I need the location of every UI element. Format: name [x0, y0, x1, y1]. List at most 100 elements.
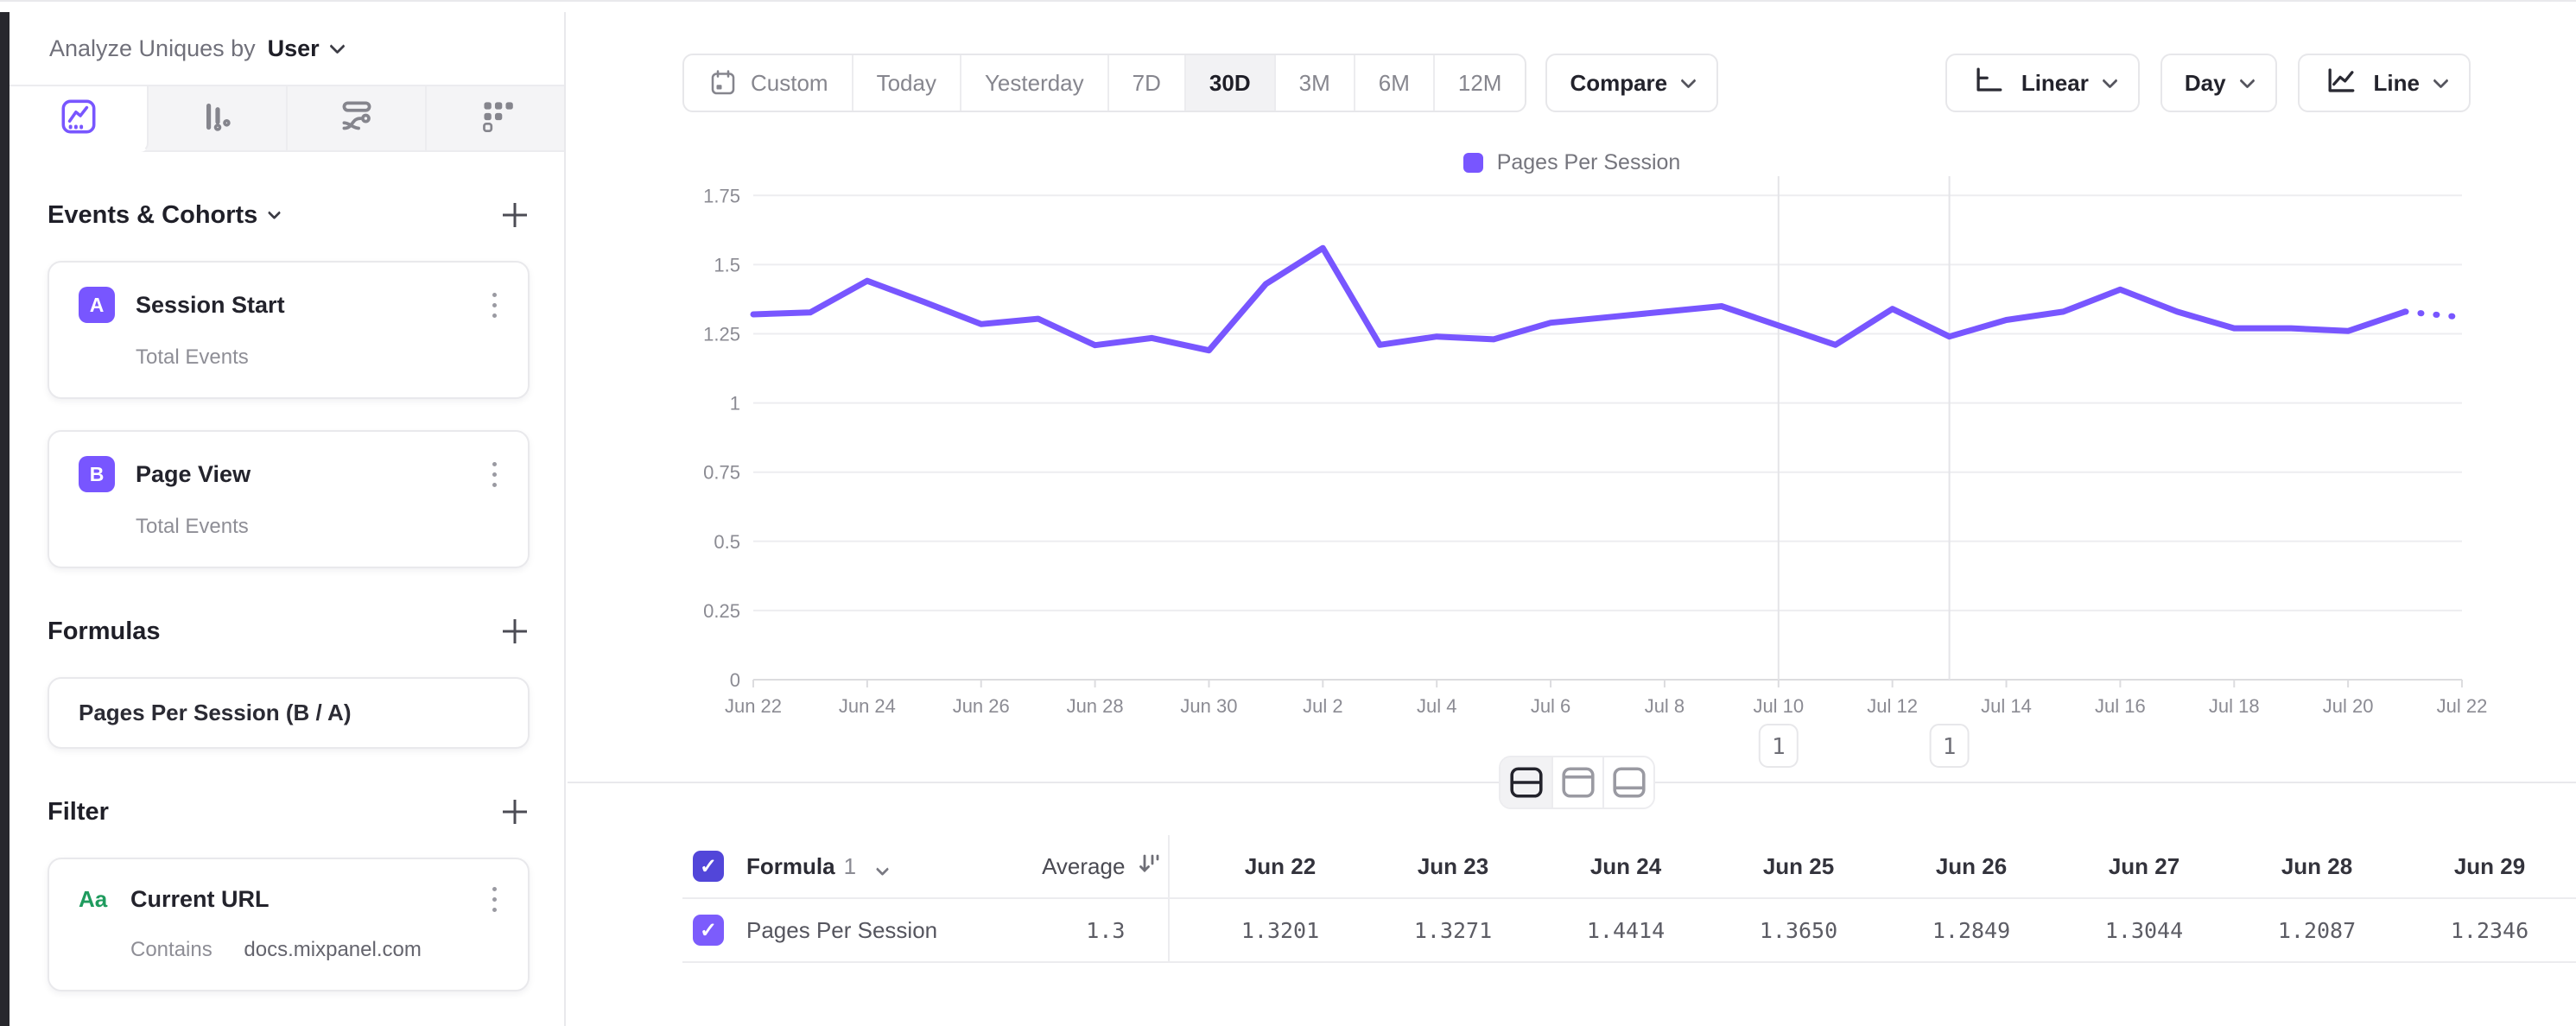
visualization-tabbar [10, 86, 564, 152]
row-checkbox[interactable]: ✓ [693, 915, 724, 946]
cell-value[interactable]: 1.2346 [2403, 918, 2576, 943]
y-axis-label: 0.75 [703, 462, 740, 484]
layout-table-only-button[interactable] [1602, 757, 1653, 808]
tab-bar-chart[interactable] [149, 86, 288, 150]
tab-flows[interactable] [288, 86, 427, 150]
add-event-button[interactable] [500, 200, 530, 230]
linear-axis-icon [1970, 61, 2008, 105]
date-range-3m[interactable]: 3M [1274, 55, 1354, 111]
filter-operator: Contains [130, 938, 213, 961]
y-axis-label: 1.75 [703, 185, 740, 206]
formulas-section-title: Formulas [48, 618, 161, 646]
y-axis-label: 0.5 [714, 531, 740, 553]
cell-value[interactable]: 1.2087 [2230, 918, 2403, 943]
interval-selector[interactable]: Day [2160, 54, 2277, 112]
date-column-headers: Jun 22Jun 23Jun 24Jun 25Jun 26Jun 27Jun … [1194, 853, 2576, 880]
y-axis-label: 1.5 [714, 254, 740, 276]
x-axis-label: Jul 8 [1645, 695, 1685, 717]
x-axis-label: Jul 6 [1531, 695, 1570, 717]
add-filter-button[interactable] [500, 797, 530, 826]
add-formula-button[interactable] [500, 617, 530, 646]
date-toolbar: CustomTodayYesterday7D30D3M6M12M Compare [682, 54, 1718, 112]
date-column-header: Jun 27 [2058, 853, 2230, 880]
event-card-page-view[interactable]: B Page View Total Events [48, 430, 530, 568]
date-range-12m[interactable]: 12M [1433, 55, 1526, 111]
x-axis-label: Jun 26 [953, 695, 1010, 717]
kebab-menu-icon[interactable] [487, 459, 502, 491]
event-card-session-start[interactable]: A Session Start Total Events [48, 261, 530, 399]
chevron-down-icon [2102, 73, 2117, 88]
y-axis-label: 0.25 [703, 600, 740, 622]
cell-value[interactable]: 1.3650 [1712, 918, 1885, 943]
date-column-header: Jun 28 [2230, 853, 2403, 880]
table-row-pages-per-session[interactable]: ✓ Pages Per Session 1.3 1.32011.32711.44… [682, 899, 2576, 963]
cell-value[interactable]: 1.3201 [1194, 918, 1367, 943]
x-axis-label: Jul 10 [1753, 695, 1804, 717]
chevron-down-icon [2239, 73, 2255, 88]
date-range-today[interactable]: Today [852, 55, 960, 111]
date-range-30d[interactable]: 30D [1184, 55, 1274, 111]
formulas-section-header: Formulas [48, 617, 530, 646]
date-range-custom[interactable]: Custom [684, 55, 852, 111]
kebab-menu-icon[interactable] [487, 884, 502, 915]
filter-property: Current URL [130, 886, 487, 913]
formula-column-header[interactable]: Formula1 [746, 853, 887, 880]
table-column-divider [1168, 835, 1170, 897]
sort-icon[interactable] [1135, 850, 1163, 884]
date-range-7d[interactable]: 7D [1107, 55, 1184, 111]
events-section-title[interactable]: Events & Cohorts [48, 201, 279, 230]
sidebar-sections: Events & Cohorts A Session Start Total E… [10, 200, 564, 1026]
chevron-down-icon [876, 862, 890, 876]
date-range-segmented-control: CustomTodayYesterday7D30D3M6M12M [682, 54, 1526, 112]
analyze-header: Analyze Uniques by User [10, 12, 564, 86]
date-column-header: Jun 26 [1885, 853, 2058, 880]
series-line-partial[interactable] [2405, 312, 2462, 317]
filter-condition[interactable]: Contains docs.mixpanel.com [130, 938, 502, 962]
date-column-header: Jun 29 [2403, 853, 2576, 880]
event-title: Session Start [136, 292, 487, 319]
chart-legend[interactable]: Pages Per Session [568, 150, 2576, 175]
date-range-6m[interactable]: 6M [1354, 55, 1433, 111]
y-axis-label: 0 [730, 669, 740, 691]
scale-selector[interactable]: Linear [1945, 54, 2140, 112]
average-column-header[interactable]: Average [1042, 853, 1125, 880]
line-chart[interactable]: 0 0.25 0.5 0.75 1 1.25 1.5 1.75 Jun 22 Jun 24 Jun … [568, 176, 2576, 795]
y-axis-label: 1.25 [703, 324, 740, 345]
cell-value[interactable]: 1.4414 [1539, 918, 1712, 943]
date-range-yesterday[interactable]: Yesterday [960, 55, 1107, 111]
tab-retention-grid[interactable] [427, 86, 564, 150]
x-axis-label: Jun 22 [725, 695, 782, 717]
chart-canvas[interactable]: 0 0.25 0.5 0.75 1 1.25 1.5 1.75 Jun 22 Jun 24 Jun … [568, 176, 2576, 791]
dots-grid-icon [474, 95, 517, 142]
formula-card[interactable]: Pages Per Session (B / A) [48, 677, 530, 749]
cell-value[interactable]: 1.3271 [1367, 918, 1539, 943]
annotation-count: 1 [1772, 734, 1786, 760]
x-axis-label: Jul 14 [1981, 695, 2032, 717]
cell-value[interactable]: 1.3044 [2058, 918, 2230, 943]
filter-section-title: Filter [48, 798, 109, 826]
row-series-name: Pages Per Session [746, 917, 937, 944]
cell-value[interactable]: 1.2849 [1885, 918, 2058, 943]
bar-chart-icon [196, 95, 239, 142]
layout-split-button[interactable] [1501, 757, 1551, 808]
layout-chart-only-button[interactable] [1551, 757, 1602, 808]
series-line[interactable] [753, 248, 2405, 351]
event-badge-a: A [79, 287, 115, 323]
filter-card-current-url[interactable]: Aa Current URL Contains docs.mixpanel.co… [48, 858, 530, 991]
chevron-down-icon [268, 206, 282, 219]
event-aggregation[interactable]: Total Events [136, 515, 502, 539]
date-column-header: Jun 23 [1367, 853, 1539, 880]
x-axis-label: Jun 24 [839, 695, 896, 717]
analyze-entity-selector[interactable]: User [268, 35, 320, 62]
kebab-menu-icon[interactable] [487, 289, 502, 321]
insights-report: Analyze Uniques by User [0, 0, 2576, 1026]
table-column-divider [1168, 899, 1170, 961]
event-badge-b: B [79, 456, 115, 492]
annotation-count: 1 [1943, 734, 1957, 760]
tab-line-chart[interactable] [10, 86, 149, 152]
event-aggregation[interactable]: Total Events [136, 345, 502, 370]
compare-button[interactable]: Compare [1545, 54, 1718, 112]
chart-type-selector[interactable]: Line [2298, 54, 2471, 112]
x-axis-label: Jul 18 [2209, 695, 2260, 717]
select-all-checkbox[interactable]: ✓ [693, 851, 724, 882]
